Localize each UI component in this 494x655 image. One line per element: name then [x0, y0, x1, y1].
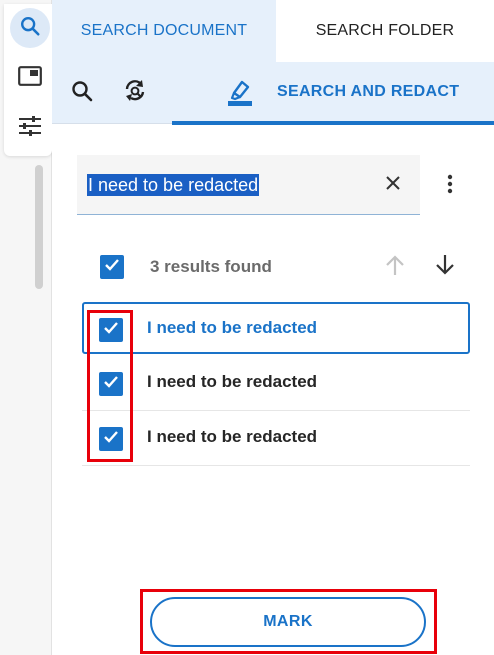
select-all-checkbox[interactable]	[100, 255, 124, 279]
rail-search-button[interactable]	[10, 8, 50, 48]
arrow-down-icon	[435, 254, 455, 281]
search-tool-row: SEARCH AND REDACT	[52, 62, 494, 125]
find-replace-icon	[123, 78, 149, 109]
result-item[interactable]: I need to be redacted	[82, 356, 470, 411]
result-checkbox[interactable]	[99, 427, 123, 451]
results-count: 3 results found	[150, 257, 272, 276]
tab-search-folder[interactable]: SEARCH FOLDER	[276, 0, 494, 62]
tab-search-and-redact[interactable]: SEARCH AND REDACT	[172, 62, 494, 125]
rail-scrollbar[interactable]	[35, 165, 43, 289]
rail-tool-card	[4, 4, 52, 156]
search-mode-button[interactable]	[66, 77, 98, 109]
close-icon	[386, 175, 400, 195]
rail-settings-button[interactable]	[10, 108, 50, 148]
tab-search-document[interactable]: SEARCH DOCUMENT	[52, 0, 276, 62]
tab-bar: SEARCH DOCUMENT SEARCH FOLDER	[52, 0, 494, 62]
results-header: 3 results found	[100, 253, 470, 281]
check-icon	[104, 258, 120, 277]
result-text: I need to be redacted	[147, 318, 318, 337]
left-rail	[0, 0, 52, 655]
next-result-button[interactable]	[432, 253, 458, 281]
mark-button[interactable]: MARK	[150, 597, 426, 647]
previous-result-button[interactable]	[382, 253, 408, 281]
search-and-redact-label: SEARCH AND REDACT	[277, 83, 460, 100]
check-icon	[103, 321, 119, 340]
search-field[interactable]: I need to be redacted	[77, 155, 420, 215]
result-checkbox[interactable]	[99, 318, 123, 342]
active-tab-indicator	[172, 121, 494, 125]
search-icon	[19, 15, 41, 42]
highlighter-icon	[227, 79, 253, 112]
selected-search-text[interactable]: I need to be redacted	[87, 174, 260, 196]
search-replace-button[interactable]	[120, 77, 152, 109]
result-item[interactable]: I need to be redacted	[82, 411, 470, 466]
more-vert-icon	[447, 174, 453, 199]
result-text: I need to be redacted	[147, 427, 318, 446]
tune-sliders-icon	[18, 115, 42, 142]
arrow-up-icon	[385, 254, 405, 281]
result-text: I need to be redacted	[147, 372, 318, 391]
check-icon	[103, 375, 119, 394]
result-item[interactable]: I need to be redacted	[82, 302, 470, 354]
thumbnail-panel-icon	[18, 65, 42, 91]
check-icon	[103, 430, 119, 449]
search-icon	[70, 79, 94, 108]
clear-search-button[interactable]	[382, 174, 404, 196]
results-list: I need to be redacted I need to be redac…	[82, 302, 470, 466]
search-options-button[interactable]	[438, 172, 462, 200]
rail-thumbnails-button[interactable]	[10, 58, 50, 98]
result-checkbox[interactable]	[99, 372, 123, 396]
